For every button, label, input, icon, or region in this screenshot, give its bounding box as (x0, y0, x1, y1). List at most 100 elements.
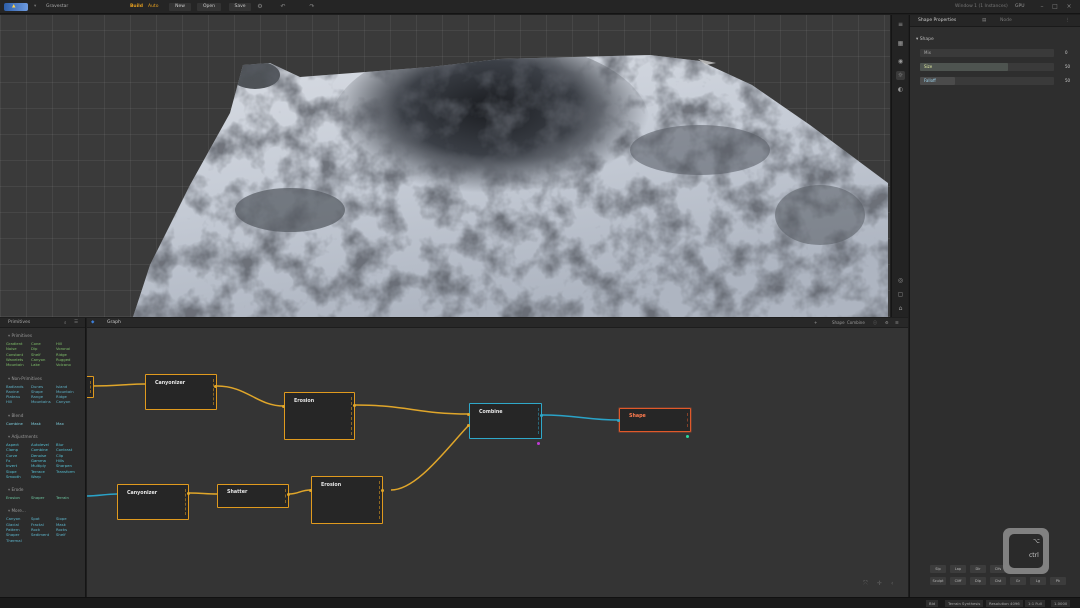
project-name[interactable]: Gravestar (46, 4, 68, 10)
preset-button[interactable]: Pk (1050, 577, 1066, 585)
output-port[interactable] (187, 492, 190, 495)
output-port[interactable] (540, 414, 543, 417)
section-title[interactable]: Non-Primitives (8, 376, 41, 381)
tab-node[interactable]: Node (1000, 18, 1012, 23)
primitive-item[interactable]: Gradient (6, 341, 23, 346)
status-zoom[interactable]: 1:1 Full (1025, 600, 1045, 607)
primitive-item[interactable]: Cone (31, 341, 41, 346)
prop-size-slider[interactable]: Size 50 (920, 63, 1080, 71)
prop-falloff-value[interactable]: 50 (1065, 78, 1070, 83)
light-icon[interactable]: ☼ (896, 71, 905, 80)
primitive-item[interactable]: Gamma (31, 458, 46, 463)
prop-size-value[interactable]: 50 (1065, 64, 1070, 69)
gpu-status[interactable]: GPU (1015, 4, 1025, 10)
preset-button[interactable]: Slp (930, 565, 946, 573)
primitive-item[interactable]: Shaper (31, 495, 44, 500)
menu-chevron-icon[interactable]: ▾ (34, 4, 36, 10)
undo-icon[interactable]: ↶ (279, 3, 287, 11)
tab-shape-properties[interactable]: Shape Properties (918, 18, 956, 23)
render-icon[interactable]: ◐ (896, 85, 905, 94)
primitive-item[interactable]: Warp (31, 474, 41, 479)
globe-icon[interactable]: ◎ (896, 276, 905, 285)
primitive-item[interactable]: Erosion (6, 495, 20, 500)
section-title[interactable]: Primitives (8, 333, 32, 338)
panel-menu-icon[interactable]: ⋮ (1065, 18, 1070, 23)
input-port[interactable] (309, 489, 312, 492)
primitive-item[interactable]: Contrast (56, 447, 72, 452)
primitive-item[interactable]: Canyon (6, 516, 20, 521)
primitive-item[interactable]: Range (31, 394, 43, 399)
primitive-item[interactable]: Autolevel (31, 442, 49, 447)
mode-secondary[interactable]: Auto (148, 4, 158, 10)
primitive-item[interactable]: Pattern (6, 527, 20, 532)
primitive-item[interactable]: Plateau (6, 394, 20, 399)
primitive-item[interactable]: Ravine (6, 389, 19, 394)
primitive-item[interactable]: Aspect (6, 442, 19, 447)
save-button[interactable]: Save (229, 3, 251, 11)
primitive-item[interactable]: Mask (31, 421, 41, 426)
primitive-item[interactable]: Mountains (31, 399, 51, 404)
primitive-item[interactable]: Transform (56, 469, 75, 474)
primitive-item[interactable]: Hill (56, 341, 62, 346)
settings-icon[interactable]: ⚙ (256, 3, 264, 11)
output-port[interactable] (214, 385, 217, 388)
prop-mix-slider[interactable]: Mix 0 (920, 49, 1080, 57)
section-shape[interactable]: ▾ Shape (916, 37, 934, 42)
primitive-item[interactable]: Spot (31, 516, 40, 521)
primitive-item[interactable]: Noise (6, 346, 17, 351)
primitive-item[interactable]: Thermal (6, 538, 22, 543)
prop-falloff-slider[interactable]: Falloff 50 (920, 77, 1080, 85)
primitive-item[interactable]: Terrain (56, 495, 69, 500)
node-graph[interactable]: ◆ Graph + Shape Combine ⓘ ⚙ ☰ Canyonizer… (87, 318, 908, 597)
preset-button[interactable]: Gr (1010, 577, 1026, 585)
output-port[interactable] (381, 489, 384, 492)
fit-view-icon[interactable]: ⤧ (863, 580, 868, 588)
primitive-item[interactable]: Smooth (6, 474, 21, 479)
primitive-item[interactable]: Combine (31, 447, 48, 452)
primitive-item[interactable]: Ridge (56, 394, 67, 399)
node-combine[interactable]: Combine (469, 403, 542, 439)
section-title[interactable]: Erode (8, 487, 23, 492)
primitive-item[interactable]: Shelf (31, 352, 41, 357)
input-port[interactable] (282, 405, 285, 408)
collapse-icon[interactable]: ‹ (891, 580, 893, 587)
primitive-item[interactable]: Denoise (31, 453, 46, 458)
primitive-item[interactable]: Voronoi (56, 346, 70, 351)
redo-icon[interactable]: ↷ (308, 3, 316, 11)
status-resolution[interactable]: Resolution 4096 (986, 600, 1023, 607)
primitive-item[interactable]: Invert (6, 463, 17, 468)
primitive-item[interactable]: Mountain (6, 362, 24, 367)
primitive-item[interactable]: Curve (6, 453, 17, 458)
mode-primary[interactable]: Build (130, 4, 143, 10)
node-shape[interactable]: Shape (619, 408, 691, 432)
primitive-item[interactable]: Dip (31, 346, 37, 351)
layers-icon[interactable]: ≡ (896, 20, 905, 29)
close-icon[interactable]: × (1065, 3, 1073, 11)
primitive-item[interactable]: Rugged (56, 357, 70, 362)
primitive-item[interactable]: Fractal (31, 522, 44, 527)
primitive-item[interactable]: Hill (6, 399, 12, 404)
input-port[interactable] (467, 413, 470, 416)
lock-icon[interactable]: ⌂ (896, 304, 905, 313)
frame-icon[interactable]: ▢ (896, 290, 905, 299)
mask-port[interactable] (537, 442, 540, 445)
primitive-item[interactable]: Rock (31, 527, 40, 532)
status-synthesis[interactable]: Terrain Synthesis (945, 600, 984, 607)
primitive-item[interactable]: Rocks (56, 527, 67, 532)
tab-settings-icon[interactable]: ▤ (982, 18, 986, 23)
primitive-item[interactable]: Hills (56, 458, 64, 463)
node-canyonizer[interactable]: Canyonizer (145, 374, 217, 410)
primitive-item[interactable]: Island (56, 384, 67, 389)
new-button[interactable]: New (169, 3, 191, 11)
preset-button[interactable]: Clst (990, 577, 1006, 585)
prop-mix-value[interactable]: 0 (1065, 50, 1068, 55)
primitive-item[interactable]: Terrace (31, 469, 45, 474)
node-canyonizer[interactable]: Canyonizer (117, 484, 189, 520)
output-port[interactable] (686, 435, 689, 438)
primitive-item[interactable]: Fx (6, 458, 10, 463)
3d-viewport[interactable] (0, 15, 890, 317)
preset-button[interactable]: Dir (970, 565, 986, 573)
node-erosion[interactable]: Erosion (311, 476, 383, 524)
primitive-item[interactable]: Wavelets (6, 357, 23, 362)
app-logo[interactable]: ▲ (4, 3, 28, 11)
